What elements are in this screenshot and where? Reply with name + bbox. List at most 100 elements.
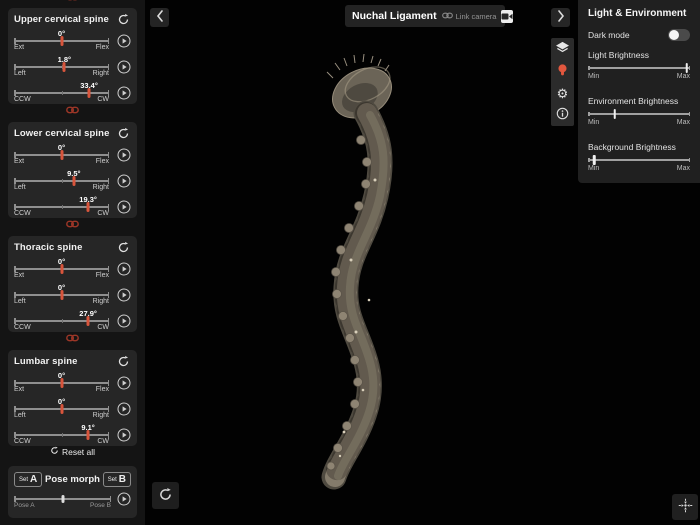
angle-slider[interactable]: 9.5° LeftRight	[14, 167, 109, 193]
set-a-letter: A	[30, 474, 37, 485]
angle-slider[interactable]: 1.8° LeftRight	[14, 53, 109, 79]
slider-max-label: Flex	[96, 44, 109, 51]
slider-row-rotation: 9.1° CCWCW	[14, 421, 131, 447]
light-tool-button[interactable]	[551, 60, 574, 82]
chevron-left-icon	[156, 10, 164, 25]
slider-track	[14, 66, 109, 68]
panel-title: Upper cervical spine	[14, 14, 109, 25]
play-button[interactable]	[117, 34, 131, 48]
light-brightness-label: Light Brightness	[588, 50, 690, 60]
pose-a-label: Pose A	[14, 502, 35, 509]
slider-min-label: CCW	[14, 96, 31, 103]
angle-slider[interactable]: 9.1° CCWCW	[14, 421, 109, 447]
max-label: Max	[677, 165, 690, 172]
camera-button[interactable]	[501, 10, 513, 23]
angle-slider[interactable]: 0° LeftRight	[14, 395, 109, 421]
pose-morph-slider-row: Pose A Pose B	[14, 489, 131, 513]
slider-track	[14, 320, 109, 322]
play-button[interactable]	[117, 174, 131, 188]
angle-slider[interactable]: 0° ExtFlex	[14, 27, 109, 53]
slider-track	[588, 113, 690, 115]
dark-mode-toggle[interactable]	[668, 29, 690, 41]
environment-brightness-slider[interactable]	[588, 107, 690, 120]
slider-row-left-right: 1.8° LeftRight	[14, 53, 131, 79]
link-joint-icon[interactable]	[0, 334, 145, 342]
play-button[interactable]	[117, 376, 131, 390]
focus-icon	[678, 498, 693, 516]
slider-handle[interactable]	[593, 155, 596, 165]
play-button[interactable]	[117, 262, 131, 276]
slider-row-rotation: 33.4° CCWCW	[14, 79, 131, 105]
gear-icon: ⚙	[557, 87, 569, 100]
play-button[interactable]	[117, 86, 131, 100]
link-joint-top[interactable]	[0, 0, 145, 1]
reset-all-button[interactable]: Reset all	[0, 446, 145, 457]
reset-all-label: Reset all	[62, 447, 95, 457]
play-button[interactable]	[117, 492, 131, 506]
angle-slider[interactable]: 0° ExtFlex	[14, 141, 109, 167]
angle-slider[interactable]: 33.4° CCWCW	[14, 79, 109, 105]
panel-title: Lumbar spine	[14, 356, 78, 367]
set-pose-a-button[interactable]: Set A	[14, 472, 42, 487]
link-joint-icon[interactable]	[0, 106, 145, 114]
reset-section-button[interactable]	[116, 126, 131, 141]
panel-collapse-button[interactable]	[551, 8, 570, 27]
set-pose-b-button[interactable]: Set B	[103, 472, 131, 487]
angle-slider[interactable]: 0° ExtFlex	[14, 369, 109, 395]
pose-morph-slider[interactable]: Pose A Pose B	[14, 489, 111, 515]
slider-track	[14, 180, 109, 182]
angle-slider[interactable]: 0° ExtFlex	[14, 255, 109, 281]
play-button[interactable]	[117, 428, 131, 442]
max-label: Max	[677, 73, 690, 80]
link-joint-icon[interactable]	[0, 220, 145, 228]
angle-slider[interactable]: 27.9° CCWCW	[14, 307, 109, 333]
slider-handle[interactable]	[686, 63, 689, 73]
slider-min-label: Ext	[14, 272, 24, 279]
slider-min-label: Left	[14, 412, 26, 419]
set-b-letter: B	[119, 474, 126, 485]
reset-section-button[interactable]	[116, 354, 131, 369]
slider-max-label: CW	[97, 210, 109, 217]
play-button[interactable]	[117, 402, 131, 416]
slider-min-label: CCW	[14, 438, 31, 445]
slider-min-label: Left	[14, 70, 26, 77]
pose-b-label: Pose B	[90, 502, 111, 509]
layers-tool-button[interactable]	[551, 38, 574, 60]
slider-max-label: Right	[93, 70, 109, 77]
angle-slider[interactable]: 0° LeftRight	[14, 281, 109, 307]
reset-section-button[interactable]	[116, 12, 131, 27]
light-panel-title: Light & Environment	[588, 8, 690, 19]
slider-min-label: Ext	[14, 386, 24, 393]
panel-thoracic: Thoracic spine 0° ExtFlex 0° LeftRight	[8, 236, 137, 332]
play-button[interactable]	[117, 148, 131, 162]
info-tool-button[interactable]	[551, 104, 574, 126]
slider-track	[588, 67, 690, 69]
play-button[interactable]	[117, 288, 131, 302]
play-button[interactable]	[117, 200, 131, 214]
link-camera-toggle[interactable]: Link camera	[442, 12, 497, 21]
info-icon	[556, 107, 569, 123]
model-title: Nuchal Ligament	[352, 10, 437, 22]
slider-row-ext-flex: 0° ExtFlex	[14, 27, 131, 53]
slider-row-left-right: 9.5° LeftRight	[14, 167, 131, 193]
background-brightness-slider[interactable]	[588, 153, 690, 166]
settings-toolbar: ⚙	[551, 38, 574, 126]
slider-max-label: Right	[93, 412, 109, 419]
slider-handle[interactable]	[613, 109, 616, 119]
light-brightness-slider[interactable]	[588, 61, 690, 74]
settings-tool-button[interactable]: ⚙	[551, 82, 574, 104]
reset-section-button[interactable]	[116, 240, 131, 255]
back-button[interactable]	[150, 8, 169, 27]
reset-rotation-button[interactable]	[152, 482, 179, 509]
play-button[interactable]	[117, 60, 131, 74]
angle-slider[interactable]: 19.3° CCWCW	[14, 193, 109, 219]
lightbulb-icon	[557, 63, 568, 80]
max-label: Max	[677, 119, 690, 126]
play-button[interactable]	[117, 314, 131, 328]
set-label: Set	[108, 477, 117, 483]
slider-max-label: CW	[97, 96, 109, 103]
slider-min-label: Left	[14, 184, 26, 191]
recenter-view-button[interactable]	[672, 494, 698, 520]
panel-title: Lower cervical spine	[14, 128, 109, 139]
slider-max-label: Flex	[96, 272, 109, 279]
